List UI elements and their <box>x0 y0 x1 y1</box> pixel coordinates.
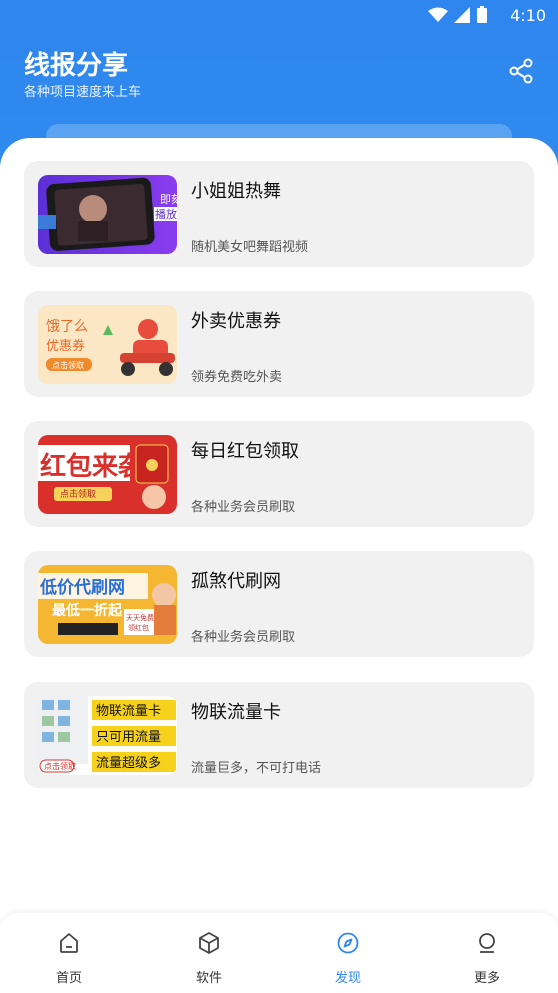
list-item-takeout[interactable]: 饿了么 优惠券 点击领取 外卖优惠券 领券免费吃外卖 <box>24 291 534 397</box>
tab-software[interactable]: 软件 <box>179 931 239 986</box>
card-desc: 随机美女吧舞蹈视频 <box>191 240 309 255</box>
card-title: 外卖优惠券 <box>191 311 281 332</box>
tab-label: 首页 <box>55 971 82 986</box>
card-title: 物联流量卡 <box>191 702 281 723</box>
page-subtitle: 各种项目速度来上车 <box>24 85 142 100</box>
thumbnail-shuawang: 低价代刷网 最低一折起 天天免费 领红包 <box>38 565 177 644</box>
status-icons <box>428 6 488 24</box>
svg-text:点击领取: 点击领取 <box>60 488 96 500</box>
battery-icon <box>477 6 487 23</box>
svg-text:饿了么: 饿了么 <box>46 319 88 335</box>
svg-text:点击领取: 点击领取 <box>44 761 76 771</box>
user-icon <box>479 933 495 953</box>
status-bar: 4:10 <box>0 0 558 30</box>
redpacket-image: 红包来袭! 点击领取 <box>38 444 169 509</box>
signal-icon <box>454 7 470 23</box>
status-time: 4:10 <box>510 6 546 25</box>
svg-text:点击领取: 点击领取 <box>52 360 84 370</box>
list-item-shuawang[interactable]: 低价代刷网 最低一折起 天天免费 领红包 孤煞代刷网 各种业务会员刷取 <box>24 551 534 657</box>
tab-home[interactable]: 首页 <box>39 931 99 986</box>
list-item-redpacket[interactable]: 红包来袭! 点击领取 每日红包领取 各种业务会员刷取 <box>24 421 534 527</box>
svg-text:流量超级多: 流量超级多 <box>96 755 161 771</box>
svg-text:天天免费: 天天免费 <box>126 613 154 622</box>
card-desc: 各种业务会员刷取 <box>191 500 296 515</box>
svg-text:优惠券: 优惠券 <box>46 338 85 354</box>
card-title: 小姐姐热舞 <box>191 181 281 202</box>
list-item-simcard[interactable]: 点击领取 物联流量卡 只可用流量 流量超级多 物联流量卡 流量巨多，不可打电话 <box>24 682 534 788</box>
thumb-text: 即刻 <box>160 192 177 206</box>
thumbnail-dance: 即刻 播放 <box>38 175 177 254</box>
tab-discover[interactable]: 发现 <box>318 931 378 986</box>
page-title: 线报分享 <box>24 51 129 81</box>
phone-image: 即刻 播放 <box>38 177 177 251</box>
home-icon <box>60 933 78 953</box>
tab-label: 发现 <box>334 971 361 986</box>
card-desc: 流量巨多，不可打电话 <box>191 761 322 776</box>
card-title: 每日红包领取 <box>191 441 299 462</box>
thumbnail-simcard: 点击领取 物联流量卡 只可用流量 流量超级多 <box>38 696 177 775</box>
share-button[interactable] <box>508 58 534 84</box>
cube-icon <box>199 932 219 954</box>
card-title: 孤煞代刷网 <box>191 571 281 592</box>
bottom-tab-bar: 首页 软件 发现 更多 <box>0 913 558 993</box>
tab-label: 更多 <box>473 971 500 986</box>
wifi-icon <box>428 7 448 22</box>
svg-text:领红包: 领红包 <box>128 623 149 632</box>
tab-more[interactable]: 更多 <box>457 931 517 986</box>
shuawang-image: 低价代刷网 最低一折起 天天免费 领红包 <box>38 573 176 635</box>
list-item-dance[interactable]: 即刻 播放 小姐姐热舞 随机美女吧舞蹈视频 <box>24 161 534 267</box>
svg-text:播放: 播放 <box>155 207 177 221</box>
svg-text:最低一折起: 最低一折起 <box>52 602 123 619</box>
share-icon <box>509 58 533 84</box>
svg-text:物联流量卡: 物联流量卡 <box>96 704 161 719</box>
svg-text:只可用流量: 只可用流量 <box>96 730 161 745</box>
card-desc: 领券免费吃外卖 <box>191 370 283 385</box>
thumbnail-redpacket: 红包来袭! 点击领取 <box>38 435 177 514</box>
thumbnail-takeout: 饿了么 优惠券 点击领取 <box>38 305 177 384</box>
svg-text:低价代刷网: 低价代刷网 <box>39 577 125 598</box>
compass-icon <box>337 932 359 954</box>
simcard-image: 点击领取 物联流量卡 只可用流量 流量超级多 <box>38 696 176 773</box>
tab-label: 软件 <box>195 971 222 986</box>
scooter-image: 饿了么 优惠券 点击领取 <box>46 319 175 376</box>
card-desc: 各种业务会员刷取 <box>191 630 296 645</box>
